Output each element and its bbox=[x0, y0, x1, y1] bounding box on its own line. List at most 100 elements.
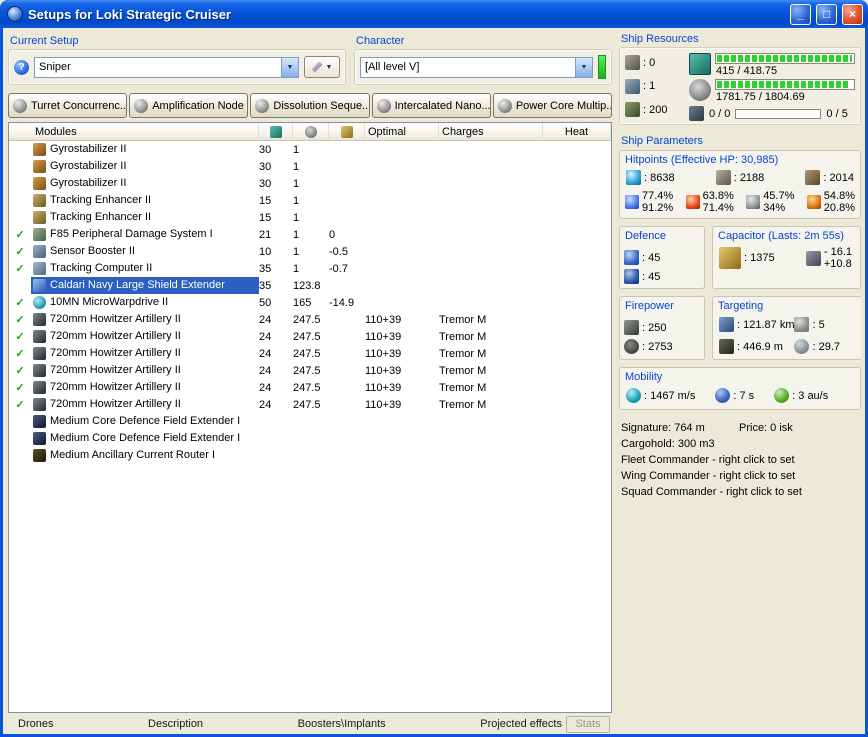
subsystem-button[interactable]: Dissolution Seque... bbox=[250, 93, 370, 118]
max-targets-value: : 5 bbox=[812, 318, 825, 331]
help-icon[interactable]: ? bbox=[14, 59, 29, 75]
resource-bars: 415 / 418.75 1781.75 / 1804.69 0 / 0 0 /… bbox=[689, 53, 855, 121]
header-cpu[interactable] bbox=[259, 123, 293, 140]
launcher-hardpoints-icon bbox=[625, 78, 640, 94]
module-powergrid-value: 247.5 bbox=[293, 364, 321, 377]
module-row[interactable]: ✓ 720mm Howitzer Artillery II 24 247.5 1… bbox=[9, 328, 611, 345]
module-charges-value: Tremor M bbox=[439, 398, 487, 411]
module-active-check-icon: ✓ bbox=[15, 314, 25, 326]
module-row[interactable]: ✓ 720mm Howitzer Artillery II 24 247.5 1… bbox=[9, 362, 611, 379]
module-name: 720mm Howitzer Artillery II bbox=[50, 313, 181, 325]
module-row[interactable]: ✓ F85 Peripheral Damage System I 21 1 0 bbox=[9, 226, 611, 243]
module-icon bbox=[31, 260, 47, 277]
capacitor-icon bbox=[719, 247, 741, 269]
module-icon bbox=[31, 158, 47, 175]
module-row[interactable]: Tracking Enhancer II 15 1 bbox=[9, 209, 611, 226]
setup-tools-button[interactable]: ▼ bbox=[304, 56, 340, 78]
module-cpu-value: 24 bbox=[259, 364, 272, 377]
bottom-tab[interactable]: Description bbox=[148, 718, 203, 730]
chevron-down-icon: ▼ bbox=[325, 63, 333, 71]
setup-combobox[interactable]: Sniper ▼ bbox=[34, 56, 299, 78]
window-title: Setups for Loki Strategic Cruiser bbox=[28, 6, 231, 22]
header-modules[interactable]: Modules bbox=[9, 123, 259, 140]
module-row[interactable]: Tracking Enhancer II 15 1 bbox=[9, 192, 611, 209]
module-row[interactable]: ✓ 720mm Howitzer Artillery II 24 247.5 1… bbox=[9, 311, 611, 328]
titlebar[interactable]: Setups for Loki Strategic Cruiser _ □ × bbox=[0, 0, 868, 28]
module-cpu-value: 30 bbox=[259, 160, 272, 173]
header-heat[interactable]: Heat bbox=[543, 123, 611, 140]
header-powergrid[interactable] bbox=[293, 123, 329, 140]
module-powergrid-value: 1 bbox=[293, 211, 300, 224]
module-icon bbox=[31, 243, 47, 260]
sensor-strength-icon bbox=[794, 339, 810, 354]
module-row[interactable]: ✓ Sensor Booster II 10 1 -0.5 bbox=[9, 243, 611, 260]
module-row[interactable]: ✓ 720mm Howitzer Artillery II 24 247.5 1… bbox=[9, 345, 611, 362]
character-combobox[interactable]: [All level V] ▼ bbox=[360, 56, 593, 78]
volley-value: : 250 bbox=[642, 321, 667, 334]
chevron-down-icon[interactable]: ▼ bbox=[575, 57, 592, 77]
module-cpu-value: 35 bbox=[259, 262, 272, 275]
turret-hardpoints-icon bbox=[625, 55, 640, 70]
current-setup-box: ? Sniper ▼ ▼ bbox=[8, 49, 346, 85]
module-row[interactable]: ✓ 720mm Howitzer Artillery II 24 247.5 1… bbox=[9, 396, 611, 413]
module-row[interactable]: ✓ 720mm Howitzer Artillery II 24 247.5 1… bbox=[9, 379, 611, 396]
powergrid-icon bbox=[689, 79, 711, 101]
module-icon bbox=[31, 328, 47, 345]
module-row[interactable]: Caldari Navy Large Shield Extender 35 12… bbox=[9, 277, 611, 294]
subsystem-button[interactable]: Turret Concurrenc... bbox=[8, 93, 128, 118]
capacitor-label: Capacitor (Lasts: 2m 55s) bbox=[718, 230, 844, 242]
module-row[interactable]: Gyrostabilizer II 30 1 bbox=[9, 175, 611, 192]
module-charges-value: Tremor M bbox=[439, 347, 487, 360]
module-cpu-value: 24 bbox=[259, 347, 272, 360]
shield-resist-value: 45.7% bbox=[763, 190, 795, 202]
stats-button[interactable]: Stats bbox=[566, 715, 610, 733]
module-name: F85 Peripheral Damage System I bbox=[50, 228, 213, 240]
module-icon bbox=[31, 175, 47, 192]
module-row[interactable]: ✓ Tracking Computer II 35 1 -0.7 bbox=[9, 260, 611, 277]
module-name: Gyrostabilizer II bbox=[50, 177, 127, 189]
bottom-tab[interactable]: Projected effects bbox=[480, 718, 562, 730]
module-row[interactable]: Gyrostabilizer II 30 1 bbox=[9, 141, 611, 158]
maximize-button[interactable]: □ bbox=[816, 3, 837, 25]
subsystem-button[interactable]: Power Core Multip... bbox=[492, 93, 613, 118]
module-active-check-icon: ✓ bbox=[15, 382, 25, 394]
subsystem-label: Power Core Multip... bbox=[515, 99, 613, 112]
bottom-tab[interactable]: Drones bbox=[18, 718, 53, 730]
module-active-check-icon: ✓ bbox=[15, 297, 25, 309]
armor-hp-icon bbox=[715, 170, 731, 185]
module-active-check-icon: ✓ bbox=[15, 246, 25, 258]
module-row[interactable]: ✓ 10MN MicroWarpdrive II 50 165 -14.9 bbox=[9, 294, 611, 311]
module-active-check-icon: ✓ bbox=[15, 229, 25, 241]
module-icon bbox=[31, 294, 47, 311]
subsystem-button[interactable]: Intercalated Nano... bbox=[371, 93, 491, 118]
calibration-value: : 200 bbox=[643, 103, 668, 116]
module-charges-value: Tremor M bbox=[439, 330, 487, 343]
chevron-down-icon[interactable]: ▼ bbox=[281, 57, 298, 77]
module-name: 720mm Howitzer Artillery II bbox=[50, 347, 181, 359]
module-active-check-icon: ✓ bbox=[15, 365, 25, 377]
module-active-check-icon: ✓ bbox=[15, 331, 25, 343]
armor-resist-value: 71.4% bbox=[702, 202, 734, 214]
header-optimal[interactable]: Optimal bbox=[365, 123, 439, 140]
minimize-button[interactable]: _ bbox=[790, 3, 811, 25]
dps-icon bbox=[624, 339, 639, 354]
module-row[interactable]: Medium Core Defence Field Extender I bbox=[9, 413, 611, 430]
module-powergrid-value: 1 bbox=[293, 245, 300, 258]
scan-resolution-value: : 446.9 m bbox=[737, 340, 783, 353]
wrench-icon bbox=[311, 61, 323, 73]
module-cpu-value: 15 bbox=[259, 194, 272, 207]
bottom-tab[interactable]: Boosters\Implants bbox=[298, 718, 386, 730]
module-name: Gyrostabilizer II bbox=[50, 160, 127, 172]
module-cpu-value: 50 bbox=[259, 296, 272, 309]
header-charges[interactable]: Charges bbox=[439, 123, 543, 140]
defence-value-2: : 45 bbox=[642, 270, 661, 283]
module-row[interactable]: Medium Core Defence Field Extender I bbox=[9, 430, 611, 447]
header-capacitor[interactable] bbox=[329, 123, 365, 140]
module-row[interactable]: Gyrostabilizer II 30 1 bbox=[9, 158, 611, 175]
signature-text: Signature: 764 m bbox=[621, 422, 705, 434]
subsystem-label: Amplification Node bbox=[152, 99, 244, 112]
close-button[interactable]: × bbox=[842, 3, 863, 25]
module-row[interactable]: Medium Ancillary Current Router I bbox=[9, 447, 611, 464]
subsystem-button[interactable]: Amplification Node bbox=[129, 93, 249, 118]
module-optimal-value: 110+39 bbox=[365, 313, 402, 326]
